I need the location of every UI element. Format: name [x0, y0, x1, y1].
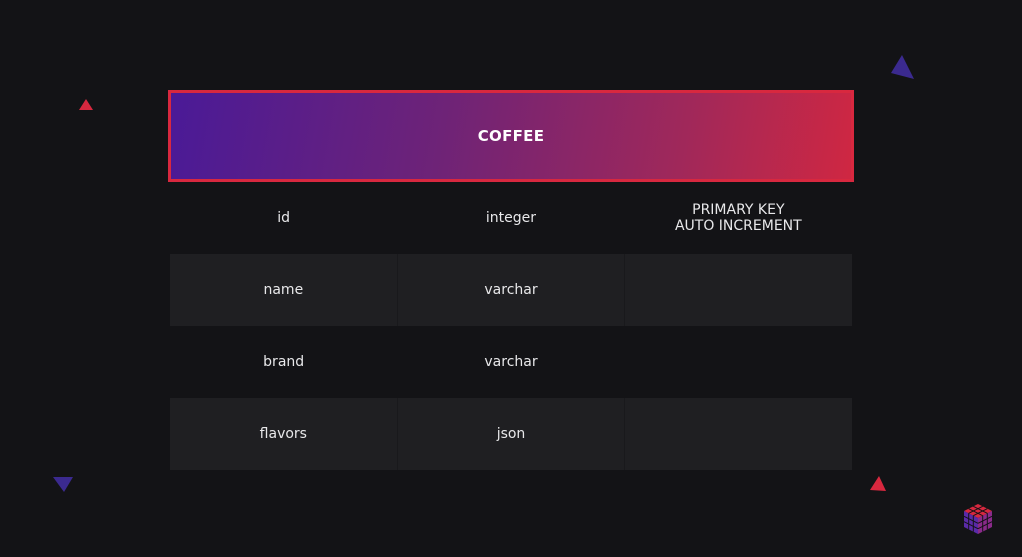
red-triangle-icon	[870, 476, 886, 491]
cube-logo-icon	[963, 504, 993, 534]
table-rows: id integer PRIMARY KEY AUTO INCREMENT na…	[170, 182, 852, 470]
column-type-cell: json	[396, 398, 625, 470]
table-row: name varchar	[170, 254, 852, 326]
column-type-cell: varchar	[484, 354, 538, 370]
column-name-cell: name	[263, 282, 304, 298]
table-row: flavors json	[170, 398, 852, 470]
column-type-cell: integer	[485, 210, 537, 226]
column-type-cell: varchar	[396, 254, 625, 326]
column-constraints-cell	[624, 254, 852, 326]
column-constraints-cell	[625, 326, 852, 398]
column-constraints-cell: PRIMARY KEY AUTO INCREMENT	[674, 202, 802, 234]
purple-triangle-icon	[53, 477, 73, 492]
column-name-cell: brand	[263, 354, 305, 370]
table-row: id integer PRIMARY KEY AUTO INCREMENT	[170, 182, 852, 254]
purple-triangle-icon	[891, 55, 914, 79]
column-name-cell: id	[277, 210, 291, 226]
table-header: COFFEE	[168, 90, 854, 182]
diagram-canvas: COFFEE id integer PRIMARY KEY AUTO INCRE…	[0, 0, 1022, 557]
table-row: brand varchar	[170, 326, 852, 398]
column-name-cell: flavors	[259, 426, 307, 442]
red-triangle-icon	[79, 99, 93, 110]
table-title: COFFEE	[477, 127, 545, 145]
column-constraints-cell	[624, 398, 852, 470]
